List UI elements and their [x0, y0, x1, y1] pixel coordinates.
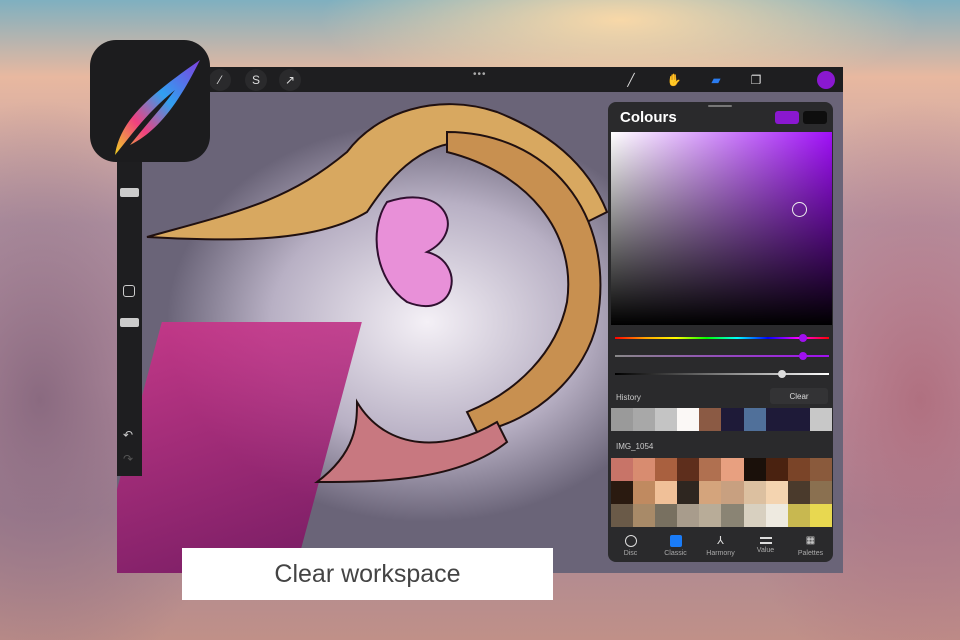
panel-title: Colours	[620, 109, 677, 126]
history-swatch[interactable]	[787, 408, 810, 431]
primary-colour-swatch[interactable]	[775, 111, 799, 124]
eraser-icon[interactable]: ▰	[705, 69, 727, 91]
classic-icon	[669, 535, 682, 547]
selection-icon[interactable]: S	[245, 69, 267, 91]
palette-swatch[interactable]	[699, 504, 722, 527]
tab-label: Palettes	[797, 550, 824, 557]
palette-row	[611, 481, 832, 504]
palette-swatch[interactable]	[809, 458, 832, 481]
transform-arrow-icon[interactable]: ↗	[279, 69, 301, 91]
palette-swatch[interactable]	[787, 458, 810, 481]
tab-classic[interactable]: Classic	[653, 532, 698, 562]
history-swatch[interactable]	[633, 408, 656, 431]
palette-swatch[interactable]	[611, 504, 634, 527]
history-swatch[interactable]	[765, 408, 788, 431]
history-swatch[interactable]	[655, 408, 678, 431]
left-sidebar: ↶ ↷	[117, 160, 142, 476]
colours-panel: Colours History Clear IMG_1054 Disc Class…	[608, 102, 833, 562]
saturation-slider[interactable]	[615, 352, 829, 360]
modify-button[interactable]	[123, 285, 135, 297]
redo-icon[interactable]: ↷	[123, 452, 133, 466]
colour-square[interactable]	[611, 132, 832, 325]
palette-swatch[interactable]	[633, 504, 656, 527]
tab-harmony[interactable]: ⅄ Harmony	[698, 532, 743, 562]
palette-swatch[interactable]	[721, 458, 744, 481]
palette-swatch[interactable]	[721, 504, 744, 527]
palette-swatch[interactable]	[743, 504, 766, 527]
layers-icon[interactable]: ❐	[745, 69, 767, 91]
palettes-icon: ▦	[805, 535, 816, 546]
undo-icon[interactable]: ↶	[123, 428, 133, 442]
tab-label: Harmony	[706, 550, 735, 557]
history-swatch[interactable]	[743, 408, 766, 431]
palette-swatch[interactable]	[677, 504, 700, 527]
palette-swatch[interactable]	[765, 458, 788, 481]
secondary-colour-swatch[interactable]	[803, 111, 827, 124]
clear-history-button[interactable]: Clear	[770, 388, 828, 404]
palette-swatch[interactable]	[611, 458, 634, 481]
tab-label: Disc	[623, 550, 638, 557]
history-swatch[interactable]	[721, 408, 744, 431]
palette-swatch[interactable]	[743, 458, 766, 481]
top-toolbar: ⁄ S ↗ ••• ╱ ✋ ▰ ❐	[117, 67, 843, 92]
history-swatch[interactable]	[677, 408, 700, 431]
history-swatch[interactable]	[611, 408, 634, 431]
brush-size-slider[interactable]	[120, 188, 139, 197]
palette-swatch[interactable]	[787, 481, 810, 504]
palette-swatch[interactable]	[655, 481, 678, 504]
palette-swatch[interactable]	[809, 504, 832, 527]
palette-swatch[interactable]	[677, 458, 700, 481]
palette-swatch[interactable]	[809, 481, 832, 504]
tab-palettes[interactable]: ▦ Palettes	[788, 532, 833, 562]
caption: Clear workspace	[182, 548, 553, 600]
harmony-icon: ⅄	[717, 535, 724, 547]
panel-grabber[interactable]	[708, 105, 732, 107]
palette-swatch[interactable]	[655, 504, 678, 527]
brightness-slider[interactable]	[615, 370, 829, 378]
hue-slider[interactable]	[615, 334, 829, 342]
smudge-icon[interactable]: ✋	[663, 69, 685, 91]
palette-swatch[interactable]	[655, 458, 678, 481]
tab-disc[interactable]: Disc	[608, 532, 653, 562]
more-dots-icon[interactable]: •••	[473, 69, 487, 80]
adjustments-wand-icon[interactable]: ⁄	[209, 69, 231, 91]
palette-swatch[interactable]	[677, 481, 700, 504]
palette-row	[611, 458, 832, 481]
palette-swatch[interactable]	[765, 481, 788, 504]
tab-label: Classic	[664, 550, 687, 557]
palette-swatch[interactable]	[633, 481, 656, 504]
colour-button[interactable]	[817, 71, 835, 89]
colour-mode-tabs: Disc Classic ⅄ Harmony Value ▦ Palettes	[608, 532, 833, 562]
value-icon	[759, 537, 772, 544]
history-swatch[interactable]	[809, 408, 832, 431]
palette-swatch[interactable]	[699, 458, 722, 481]
opacity-slider[interactable]	[120, 318, 139, 327]
palette-swatch[interactable]	[787, 504, 810, 527]
palette-name: IMG_1054	[616, 442, 654, 451]
tab-value[interactable]: Value	[743, 532, 788, 562]
palette-swatch[interactable]	[611, 481, 634, 504]
colour-picker-handle[interactable]	[792, 202, 807, 217]
palette-swatch[interactable]	[765, 504, 788, 527]
palette-swatch[interactable]	[699, 481, 722, 504]
tab-label: Value	[756, 547, 775, 554]
palette-swatch[interactable]	[633, 458, 656, 481]
palette-row	[611, 504, 832, 527]
disc-icon	[624, 535, 637, 547]
palette-swatch[interactable]	[721, 481, 744, 504]
history-swatch[interactable]	[699, 408, 722, 431]
history-swatches	[611, 408, 832, 431]
brush-icon[interactable]: ╱	[620, 69, 642, 91]
history-label: History	[616, 393, 641, 402]
procreate-logo	[90, 40, 210, 162]
palette-swatch[interactable]	[743, 481, 766, 504]
